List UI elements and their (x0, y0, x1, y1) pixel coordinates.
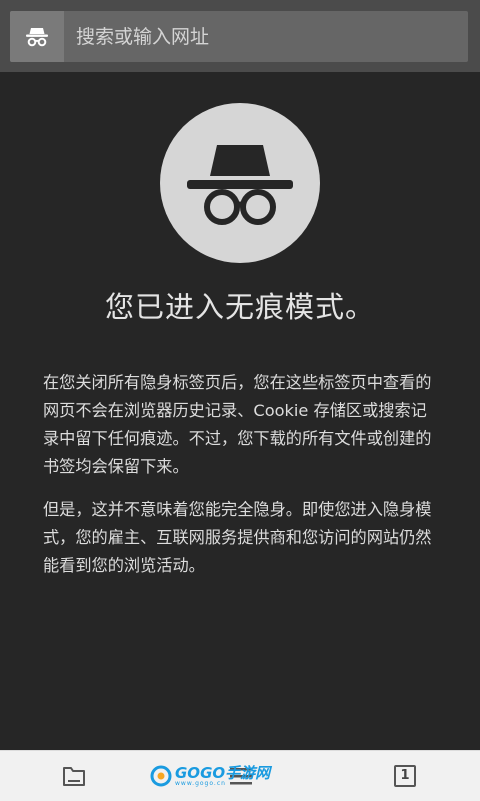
watermark-subtext: www.gogo.cn (175, 779, 226, 787)
incognito-heading: 您已进入无痕模式。 (104, 290, 375, 324)
gogo-logo-icon (150, 765, 172, 787)
toolbar (0, 0, 480, 72)
watermark-logo: GOGO手游网 www.gogo.cn (150, 760, 270, 792)
incognito-large-icon (187, 145, 293, 225)
incognito-button[interactable] (10, 11, 64, 62)
files-button[interactable] (39, 751, 109, 801)
incognito-icon (26, 27, 48, 46)
incognito-description: 在您关闭所有隐身标签页后，您在这些标签页中查看的网页不会在浏览器历史记录、Coo… (43, 373, 432, 476)
folder-icon (63, 767, 85, 786)
url-input[interactable] (76, 11, 456, 62)
incognito-hero (160, 103, 320, 263)
tab-count: 1 (394, 765, 416, 787)
url-bar[interactable] (10, 11, 468, 62)
watermark-text: GOGO手游网 (175, 763, 271, 782)
tabs-button[interactable]: 1 (370, 751, 440, 801)
incognito-warning: 但是，这并不意味着您能完全隐身。即使您进入隐身模式，您的雇主、互联网服务提供商和… (43, 500, 432, 575)
